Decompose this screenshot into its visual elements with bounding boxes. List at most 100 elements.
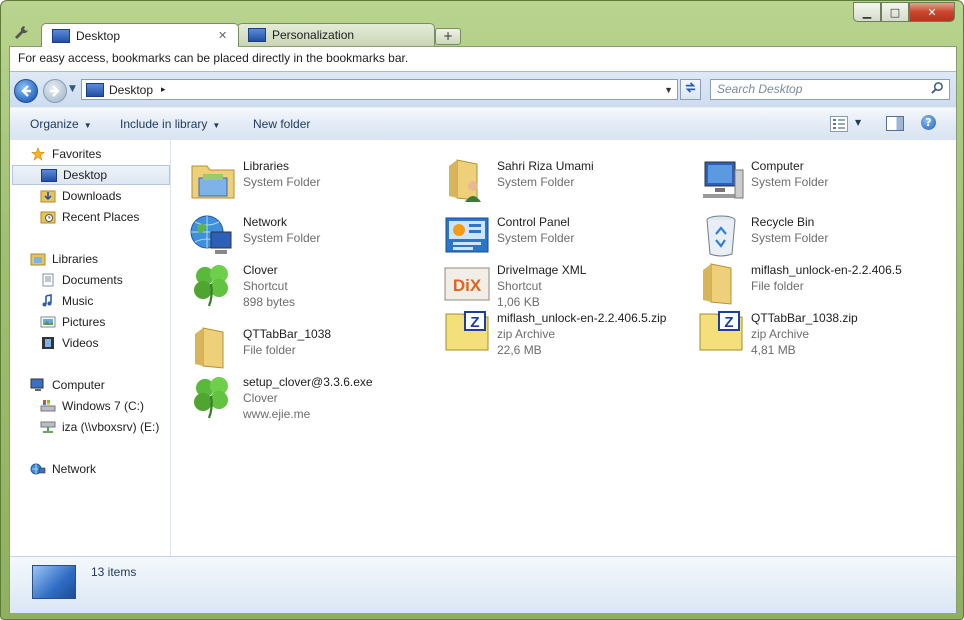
zip-label: Z xyxy=(724,314,733,331)
nav-label: Videos xyxy=(62,336,99,350)
list-item[interactable]: Computer System Folder xyxy=(679,152,929,202)
new-tab-button[interactable]: + xyxy=(435,28,461,45)
bookmarks-bar: For easy access, bookmarks can be placed… xyxy=(10,47,956,70)
tab-close-icon[interactable]: ✕ xyxy=(218,29,232,42)
breadcrumb-arrow-icon[interactable]: ▸ xyxy=(161,84,166,95)
item-name: Computer xyxy=(751,159,804,173)
chevron-down-icon: ▼ xyxy=(83,121,92,130)
nav-libraries[interactable]: Libraries xyxy=(30,249,188,269)
list-item[interactable]: Z QTTabBar_1038.zip zip Archive 4,81 MB xyxy=(679,304,929,357)
list-item[interactable]: setup_clover@3.3.6.exe Clover www.ejie.m… xyxy=(171,368,421,421)
nav-label: Network xyxy=(52,462,97,476)
back-button[interactable] xyxy=(14,79,38,103)
item-type: zip Archive xyxy=(497,327,556,341)
list-item[interactable]: Sahri Riza Umami System Folder xyxy=(425,152,675,202)
folder-icon xyxy=(697,260,745,308)
control-panel-icon xyxy=(443,212,491,260)
preview-pane-icon[interactable] xyxy=(886,116,904,131)
minimize-button[interactable]: ▁ xyxy=(853,2,881,22)
list-item[interactable]: Z miflash_unlock-en-2.2.406.5.zip zip Ar… xyxy=(425,304,675,357)
item-name: QTTabBar_1038 xyxy=(243,327,332,341)
tab-personalization[interactable]: Personalization xyxy=(237,23,435,46)
new-folder-button[interactable]: New folder xyxy=(253,117,310,131)
maximize-button[interactable]: □ xyxy=(881,2,909,22)
item-type: System Folder xyxy=(497,175,575,189)
organize-button[interactable]: Organize ▼ xyxy=(30,117,92,131)
libraries-icon xyxy=(30,252,46,266)
item-type: zip Archive xyxy=(751,327,810,341)
include-in-library-button[interactable]: Include in library ▼ xyxy=(120,117,220,131)
list-item[interactable]: miflash_unlock-en-2.2.406.5 File folder xyxy=(679,256,929,306)
personalization-icon xyxy=(248,28,266,42)
item-size: 4,81 MB xyxy=(751,343,796,357)
close-button[interactable]: ✕ xyxy=(909,2,955,22)
driveimage-xml-icon: DiX xyxy=(443,260,491,308)
videos-icon xyxy=(40,336,56,350)
navigation-pane: Favorites Desktop Downloads Recent Place… xyxy=(10,140,171,556)
zip-label: Z xyxy=(470,314,479,331)
nav-label: Downloads xyxy=(62,189,122,203)
list-item[interactable]: DiX DriveImage XML Shortcut 1,06 KB xyxy=(425,256,675,309)
list-item[interactable]: Clover Shortcut 898 bytes xyxy=(171,256,421,309)
dix-label: DiX xyxy=(453,276,482,295)
forward-button[interactable] xyxy=(43,79,67,103)
include-in-library-label: Include in library xyxy=(120,117,208,131)
clover-icon xyxy=(189,260,237,308)
item-name: Network xyxy=(243,215,288,229)
details-pane: 13 items xyxy=(10,556,956,613)
item-count: 13 items xyxy=(91,565,137,579)
nav-label: iza (\\vboxsrv) (E:) xyxy=(62,420,160,434)
network-icon xyxy=(189,212,237,260)
help-icon[interactable]: ? xyxy=(921,115,936,130)
tab-label: Desktop xyxy=(76,28,121,43)
tab-desktop[interactable]: Desktop ✕ xyxy=(41,23,239,47)
item-size: 898 bytes xyxy=(243,295,296,309)
nav-favorites[interactable]: Favorites xyxy=(30,144,188,164)
item-name: setup_clover@3.3.6.exe xyxy=(243,375,373,389)
downloads-folder-icon xyxy=(40,189,56,203)
list-item[interactable]: Control Panel System Folder xyxy=(425,208,675,258)
explorer-window: ▁ □ ✕ Desktop ✕ Personalization + For ea… xyxy=(0,0,964,620)
nav-label: Libraries xyxy=(52,252,99,266)
item-type: File folder xyxy=(751,279,804,293)
list-item[interactable]: Libraries System Folder xyxy=(171,152,421,202)
desktop-icon xyxy=(52,28,70,43)
search-icon[interactable] xyxy=(931,81,944,100)
nav-label: Desktop xyxy=(63,168,108,182)
music-icon xyxy=(40,294,56,308)
refresh-button[interactable] xyxy=(680,79,701,100)
hard-drive-icon xyxy=(40,399,56,413)
nav-computer[interactable]: Computer xyxy=(30,375,188,395)
view-dropdown-icon[interactable]: ▼ xyxy=(855,118,861,127)
chevron-down-icon: ▼ xyxy=(212,121,221,130)
desktop-icon xyxy=(32,565,76,599)
list-item[interactable]: Recycle Bin System Folder xyxy=(679,208,929,258)
navigation-bar: ▼ Desktop ▸ ▼ Search Desktop xyxy=(10,71,956,108)
item-size: 22,6 MB xyxy=(497,343,542,357)
item-name: Clover xyxy=(243,263,278,277)
address-bar[interactable]: Desktop ▸ ▼ xyxy=(81,79,678,100)
item-type: System Folder xyxy=(243,231,321,245)
address-location[interactable]: Desktop xyxy=(109,83,153,97)
search-input[interactable]: Search Desktop xyxy=(710,79,950,100)
nav-label: Documents xyxy=(62,273,123,287)
organize-label: Organize xyxy=(30,117,79,131)
item-type: System Folder xyxy=(751,231,829,245)
file-list: Libraries System Folder Sahri Riza Umami… xyxy=(171,140,956,556)
change-view-icon[interactable] xyxy=(830,116,848,132)
list-item[interactable]: QTTabBar_1038 File folder xyxy=(171,320,421,370)
nav-desktop[interactable]: Desktop xyxy=(12,165,170,185)
address-dropdown-icon[interactable]: ▼ xyxy=(664,85,673,95)
item-type: Shortcut xyxy=(243,279,288,293)
wrench-icon[interactable] xyxy=(13,25,33,43)
recent-pages-dropdown-icon[interactable]: ▼ xyxy=(69,84,76,94)
nav-network[interactable]: Network xyxy=(30,459,188,479)
item-type: Shortcut xyxy=(497,279,542,293)
nav-label: Music xyxy=(62,294,94,308)
command-bar: Organize ▼ Include in library ▼ New folder… xyxy=(10,107,956,141)
documents-icon xyxy=(40,273,56,287)
pictures-icon xyxy=(40,315,56,329)
list-item[interactable]: Network System Folder xyxy=(171,208,421,258)
item-name: Control Panel xyxy=(497,215,570,229)
tab-label: Personalization xyxy=(272,28,355,42)
